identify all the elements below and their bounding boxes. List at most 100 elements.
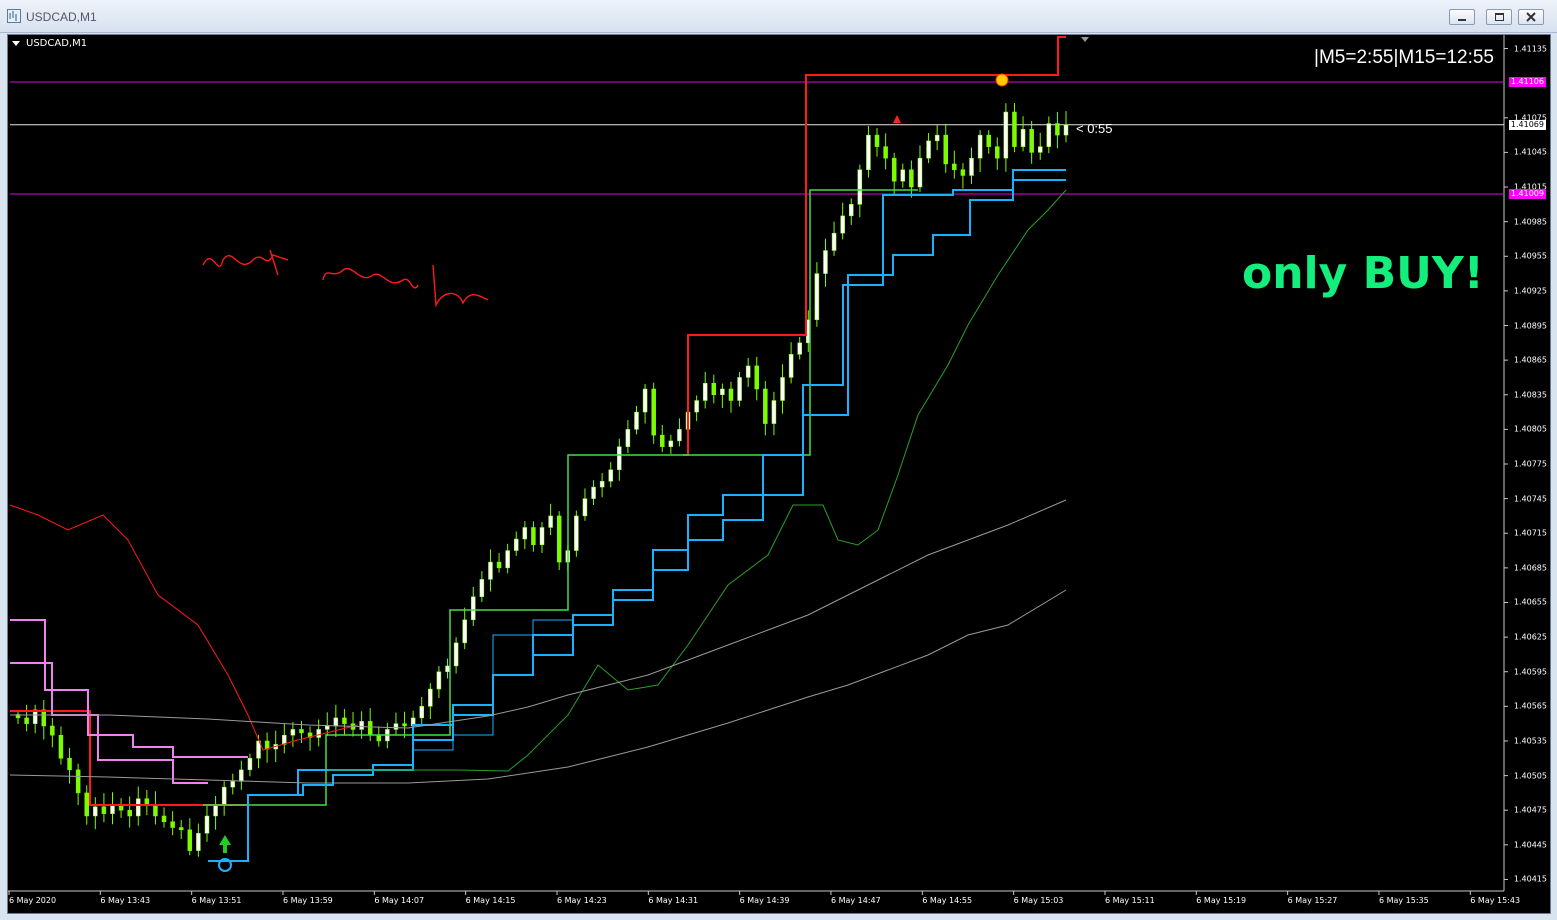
candle-body	[539, 527, 545, 546]
candle-body	[58, 734, 64, 759]
candle-body	[720, 388, 725, 396]
maximize-button[interactable]	[1486, 9, 1512, 25]
candle-body	[324, 725, 330, 730]
candle-body	[840, 215, 845, 234]
candle-body	[952, 163, 957, 170]
candle-body	[264, 740, 270, 750]
candle-body	[977, 134, 983, 159]
candle-body	[84, 792, 89, 817]
time-tick-label: 6 May 15:03	[1013, 896, 1064, 905]
candle-body	[771, 400, 777, 424]
candle-body	[556, 515, 562, 563]
time-tick-label: 6 May 14:15	[465, 896, 516, 905]
candle-body	[196, 833, 201, 851]
handwritten-note-stroke-3	[432, 264, 489, 308]
candle-body	[50, 725, 55, 736]
chart-app-icon	[7, 9, 21, 23]
candle-body	[780, 377, 785, 401]
price-tick-label: 1.40505	[1513, 771, 1547, 781]
candle-body	[891, 157, 897, 182]
candle-body	[909, 169, 914, 188]
price-level-label: 1.41069	[1508, 119, 1546, 130]
chart-shift-marker-icon	[1081, 37, 1089, 42]
candle-body	[316, 729, 321, 738]
candle-body	[1037, 146, 1043, 153]
time-tick-label: 6 May 15:43	[1470, 896, 1521, 905]
candle-body	[711, 382, 717, 396]
price-tick-label: 1.40835	[1513, 390, 1547, 400]
candle-body	[93, 806, 98, 817]
candle-body	[625, 429, 631, 447]
candle-body	[814, 273, 820, 320]
time-tick-label: 6 May 13:59	[282, 896, 333, 905]
candle-body	[299, 729, 304, 734]
candle-body	[934, 134, 940, 142]
candle-body	[677, 429, 682, 442]
candle-body	[960, 169, 966, 176]
pink-stepped-line-2	[10, 662, 208, 784]
buy-arrow-icon	[219, 835, 231, 853]
candle-body	[634, 411, 639, 430]
candle-body	[290, 729, 296, 736]
blue-stepped-line-1	[218, 169, 1066, 862]
candle-body	[969, 157, 974, 176]
chart-menu-arrow-icon[interactable]	[12, 41, 20, 46]
candle-body	[1046, 123, 1052, 147]
candle-body	[754, 365, 760, 390]
candle-body	[986, 134, 991, 147]
time-tick-label: 6 May 14:55	[922, 896, 973, 905]
time-tick-label: 6 May 2020	[9, 896, 57, 905]
price-level-label: 1.41106	[1508, 77, 1546, 87]
candle-body	[445, 665, 450, 672]
window-title: USDCAD,M1	[26, 10, 97, 24]
candle-body	[1003, 111, 1009, 159]
price-chart[interactable]	[8, 35, 1550, 913]
chart-symbol-label: USDCAD,M1	[26, 38, 88, 49]
candle-body	[170, 821, 175, 828]
candle-body	[763, 388, 768, 424]
price-tick-label: 1.40445	[1513, 840, 1547, 850]
candle-body	[367, 721, 373, 736]
candle-body	[848, 204, 854, 217]
candle-body	[522, 527, 528, 540]
price-tick-label: 1.40715	[1513, 528, 1547, 538]
candle-body	[221, 786, 227, 805]
candle-body	[136, 798, 141, 817]
time-tick-label: 6 May 14:23	[556, 896, 607, 905]
candle-body	[943, 134, 948, 165]
candle-body	[462, 619, 467, 644]
candle-body	[642, 388, 648, 413]
candle-body	[453, 642, 459, 667]
candle-body	[204, 815, 210, 834]
pink-stepped-line-1	[10, 619, 248, 758]
candle-body	[342, 717, 347, 724]
candle-body	[694, 400, 699, 413]
close-button[interactable]	[1518, 9, 1544, 25]
time-tick-label: 6 May 13:43	[100, 896, 151, 905]
candle-body	[471, 596, 476, 621]
chart-window[interactable]: USDCAD,M1 |M5=2:55|M15=12:55 < 0:55 only…	[7, 34, 1551, 914]
price-tick-label: 1.40925	[1513, 286, 1547, 296]
minimize-button[interactable]	[1449, 9, 1475, 25]
bar-countdown: < 0:55	[1076, 121, 1113, 136]
candle-body	[702, 382, 708, 401]
alert-icon	[995, 73, 1009, 87]
time-tick-label: 6 May 15:35	[1378, 896, 1429, 905]
candle-body	[479, 579, 485, 597]
candle-body	[393, 723, 399, 730]
red-moving-average-line	[9, 504, 359, 751]
candle-body	[857, 169, 863, 205]
time-tick-label: 6 May 15:27	[1287, 896, 1338, 905]
price-tick-label: 1.40955	[1513, 251, 1547, 261]
candle-body	[1029, 129, 1034, 153]
handwritten-note-stroke-1	[202, 249, 289, 276]
candle-body	[582, 498, 588, 517]
candle-body	[608, 469, 613, 482]
candle-body	[213, 804, 218, 817]
candle-body	[737, 377, 742, 401]
candle-body	[230, 781, 236, 788]
price-tick-label: 1.40775	[1513, 459, 1547, 469]
price-tick-label: 1.40985	[1513, 217, 1547, 227]
time-tick-label: 6 May 14:39	[739, 896, 790, 905]
price-level-label: 1.41009	[1508, 188, 1546, 199]
